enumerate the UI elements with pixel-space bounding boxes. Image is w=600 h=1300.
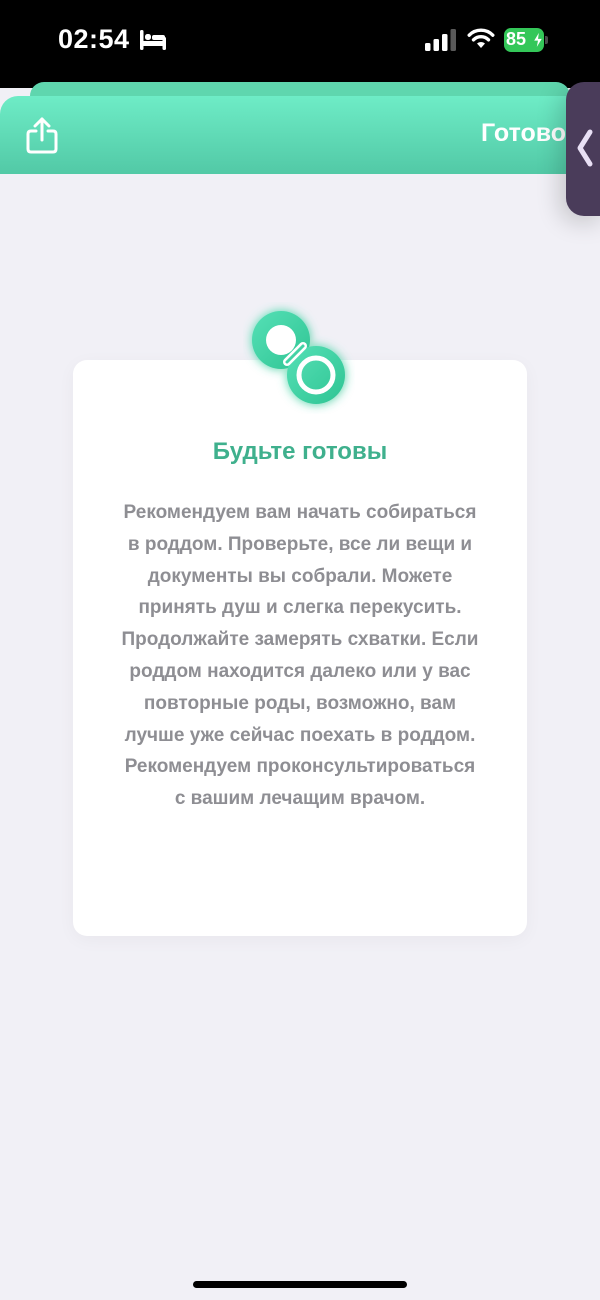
card-title: Будьте готовы [212,438,388,465]
status-bar: 02:54 85 [0,0,600,88]
status-time: 02:54 [58,24,130,54]
share-icon[interactable] [24,116,60,156]
header-title: Готово [481,119,567,147]
app-screen: 02:54 85 Готово Будьте готовы Рекомендуе… [0,0,600,1300]
battery-level: 85 [506,29,527,49]
battery-charging-icon: 85 [504,28,548,52]
bolt-icon [533,31,543,49]
cellular-signal-icon [425,29,456,51]
wifi-icon [467,28,495,48]
battery-tip [545,36,548,44]
card-description: Рекомендуем вам начать собираться в родд… [121,502,479,810]
chevron-left-icon [577,129,593,167]
side-tab-button[interactable] [566,82,600,216]
pacifier-icon [252,311,345,404]
home-indicator[interactable] [193,1281,407,1288]
bed-icon [140,30,166,50]
